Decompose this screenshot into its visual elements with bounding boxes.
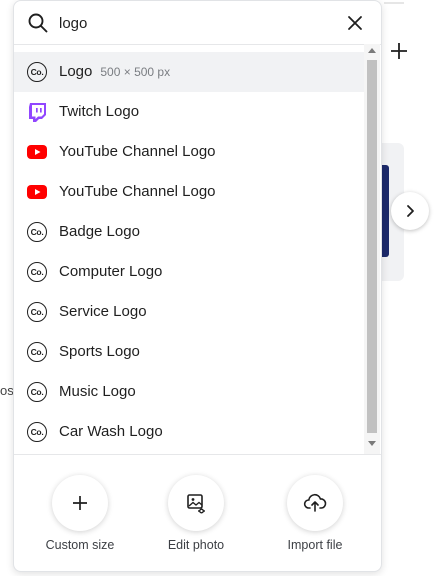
canva-co-badge: Co. xyxy=(27,422,47,442)
search-bar xyxy=(14,1,381,45)
plus-icon xyxy=(73,496,87,510)
canva-co-badge: Co. xyxy=(27,342,47,362)
custom-size-button[interactable]: Custom size xyxy=(30,475,130,565)
search-result-item[interactable]: Co. Sports Logo xyxy=(14,332,364,372)
search-result-label: Computer Logo xyxy=(59,263,162,280)
result-title: Sports Logo xyxy=(59,343,140,360)
search-result-label: Twitch Logo xyxy=(59,103,139,120)
scroll-up-arrow-icon[interactable] xyxy=(368,48,376,53)
custom-size-label: Custom size xyxy=(45,538,115,552)
result-title: Twitch Logo xyxy=(59,103,140,120)
result-title: Badge Logo xyxy=(59,223,140,240)
search-result-label: YouTube Channel Logo xyxy=(59,143,216,160)
canva-co-badge: Co. xyxy=(27,302,47,322)
next-arrow-button[interactable] xyxy=(391,192,429,230)
import-file-circle[interactable] xyxy=(287,475,343,531)
scrollbar-thumb[interactable] xyxy=(367,60,377,433)
search-result-item[interactable]: YouTube Channel Logo xyxy=(14,172,364,212)
image-edit-icon xyxy=(187,494,205,514)
result-dimensions: 500 × 500 px xyxy=(100,65,171,79)
search-result-item[interactable]: YouTube Channel Logo xyxy=(14,132,364,172)
canva-co-badge: Co. xyxy=(27,222,47,242)
search-dropdown-panel: Co. Logo 500 × 500 px Twitch Logo YouTube Ch… xyxy=(13,0,382,572)
canva-co-icon: Co. xyxy=(26,341,48,363)
import-file-button[interactable]: Import file xyxy=(265,475,365,565)
search-result-label: YouTube Channel Logo xyxy=(59,183,216,200)
twitch-icon xyxy=(26,101,48,123)
search-result-label: Logo 500 × 500 px xyxy=(59,63,170,80)
result-title: Computer Logo xyxy=(59,263,163,280)
search-result-label: Service Logo xyxy=(59,303,147,320)
canva-co-icon: Co. xyxy=(26,301,48,323)
search-result-item[interactable]: Co. Car Wash Logo xyxy=(14,412,364,452)
search-result-label: Car Wash Logo xyxy=(59,423,163,440)
cloud-upload-icon xyxy=(303,493,327,512)
search-result-item[interactable]: Co. Badge Logo xyxy=(14,212,364,252)
canva-co-icon: Co. xyxy=(26,421,48,443)
search-input[interactable] xyxy=(59,11,329,35)
search-result-label: Music Logo xyxy=(59,383,136,400)
youtube-icon xyxy=(26,181,48,203)
background-partial-text: os xyxy=(0,383,14,398)
canva-co-badge: Co. xyxy=(27,62,47,82)
canva-co-icon: Co. xyxy=(26,261,48,283)
search-result-label: Sports Logo xyxy=(59,343,140,360)
search-result-item[interactable]: Co. Music Logo xyxy=(14,372,364,412)
canva-co-icon: Co. xyxy=(26,221,48,243)
search-result-item[interactable]: Co. Logo 500 × 500 px xyxy=(14,52,364,92)
background-divider xyxy=(384,2,404,4)
result-title: Music Logo xyxy=(59,383,136,400)
close-icon[interactable] xyxy=(345,13,365,33)
import-file-label: Import file xyxy=(287,538,343,552)
search-result-item[interactable]: Co. Service Logo xyxy=(14,292,364,332)
canva-co-icon: Co. xyxy=(26,381,48,403)
search-results-list: Co. Logo 500 × 500 px Twitch Logo YouTube Ch… xyxy=(14,52,364,452)
search-result-item[interactable]: Co. Computer Logo xyxy=(14,252,364,292)
quick-actions: Custom size Edit photo Import file xyxy=(14,454,381,571)
result-title: Car Wash Logo xyxy=(59,423,163,440)
result-title: Service Logo xyxy=(59,303,147,320)
scrollbar[interactable] xyxy=(364,44,380,454)
result-title: YouTube Channel Logo xyxy=(59,143,216,160)
edit-photo-circle[interactable] xyxy=(168,475,224,531)
search-result-label: Badge Logo xyxy=(59,223,140,240)
result-title: Logo xyxy=(59,63,93,80)
youtube-icon xyxy=(26,141,48,163)
chevron-right-icon xyxy=(407,205,414,217)
add-icon[interactable] xyxy=(388,40,410,62)
search-icon xyxy=(28,13,48,33)
edit-photo-label: Edit photo xyxy=(167,538,225,552)
custom-size-circle[interactable] xyxy=(52,475,108,531)
scroll-down-arrow-icon[interactable] xyxy=(368,441,376,446)
canva-co-badge: Co. xyxy=(27,262,47,282)
result-title: YouTube Channel Logo xyxy=(59,183,216,200)
canva-co-badge: Co. xyxy=(27,382,47,402)
canva-co-icon: Co. xyxy=(26,61,48,83)
search-result-item[interactable]: Twitch Logo xyxy=(14,92,364,132)
edit-photo-button[interactable]: Edit photo xyxy=(146,475,246,565)
